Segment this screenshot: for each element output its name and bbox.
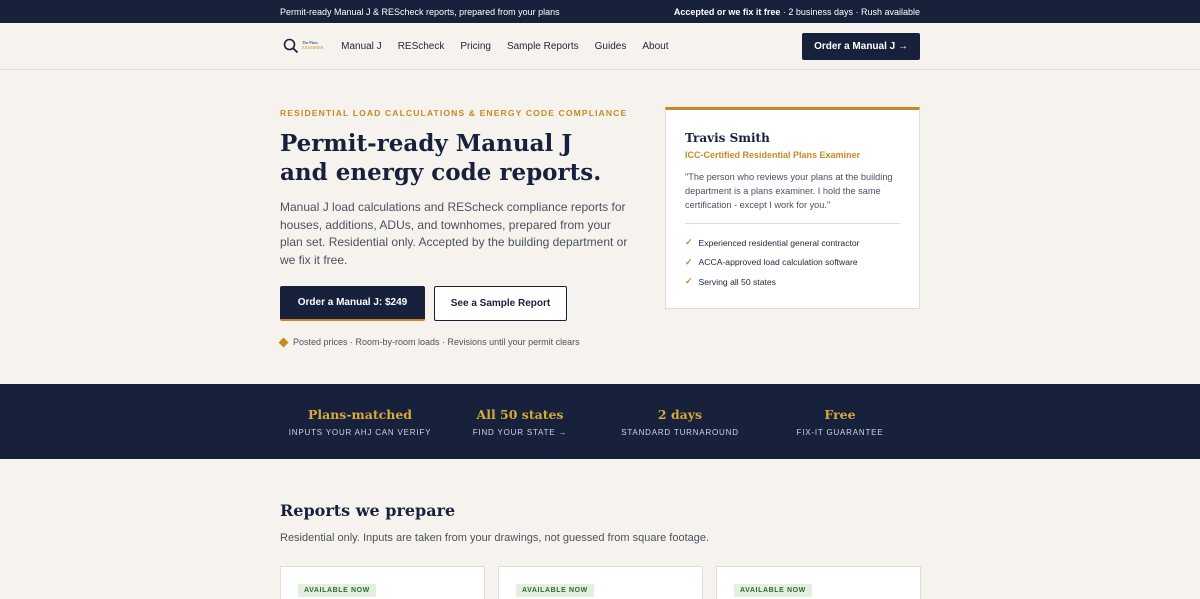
credential-text: ACCA-approved load calculation software	[698, 257, 858, 268]
hero-title: Permit-ready Manual J and energy code re…	[280, 130, 602, 186]
report-card[interactable]: AVAILABLE NOW	[280, 566, 485, 599]
stat-plans-matched: Plans-matched INPUTS YOUR AHJ CAN VERIFY	[280, 407, 440, 437]
hero-section: RESIDENTIAL LOAD CALCULATIONS & ENERGY C…	[0, 70, 1200, 384]
announcement-right: Accepted or we fix it free · 2 business …	[674, 7, 920, 17]
stat-guarantee: Free FIX-IT GUARANTEE	[760, 407, 920, 437]
stat-all-states[interactable]: All 50 states FIND YOUR STATE →	[440, 407, 600, 437]
credential-text: Experienced residential general contract…	[698, 237, 860, 248]
nav-item-manual-j[interactable]: Manual J	[341, 41, 382, 52]
hero-note: Posted prices · Room-by-room loads · Rev…	[278, 337, 640, 347]
reports-section: Reports we prepare Residential only. Inp…	[0, 459, 1200, 599]
hero-eyebrow: RESIDENTIAL LOAD CALCULATIONS & ENERGY C…	[280, 108, 628, 118]
announcement-bar: Permit-ready Manual J & REScheck reports…	[0, 0, 1200, 23]
stat-title: All 50 states	[476, 406, 564, 422]
reports-subtitle: Residential only. Inputs are taken from …	[280, 532, 710, 544]
logo[interactable]: The Plans EXAMINER	[283, 38, 323, 54]
check-icon: ✓	[685, 256, 693, 267]
see-sample-report-button[interactable]: See a Sample Report	[434, 286, 567, 321]
credential-item: ✓ ACCA-approved load calculation software	[685, 253, 900, 273]
check-icon: ✓	[685, 276, 693, 287]
report-card[interactable]: AVAILABLE NOW	[498, 566, 703, 599]
stat-title: Free	[824, 406, 856, 422]
nav-item-pricing[interactable]: Pricing	[460, 41, 491, 52]
credentials-list: ✓ Experienced residential general contrac…	[685, 233, 900, 292]
examiner-card: Travis Smith ICC-Certified Residential P…	[665, 107, 920, 309]
hero-subtitle: Manual J load calculations and REScheck …	[280, 200, 628, 267]
credential-text: Serving all 50 states	[698, 276, 776, 287]
nav-item-sample-reports[interactable]: Sample Reports	[507, 41, 579, 52]
availability-badge: AVAILABLE NOW	[516, 584, 594, 597]
nav-item-about[interactable]: About	[642, 41, 668, 52]
order-manual-j-button[interactable]: Order a Manual J: $249	[280, 286, 425, 321]
nav-item-rescheck[interactable]: REScheck	[398, 41, 445, 52]
find-your-state-link[interactable]: FIND YOUR STATE →	[440, 428, 600, 437]
reports-title: Reports we prepare	[280, 501, 456, 520]
logo-line2: EXAMINER	[302, 45, 324, 50]
stat-subtitle: STANDARD TURNAROUND	[621, 427, 739, 437]
stat-title: 2 days	[657, 406, 703, 422]
card-divider	[685, 223, 900, 224]
credential-item: ✓ Experienced residential general contrac…	[685, 233, 900, 253]
report-card[interactable]: AVAILABLE NOW	[716, 566, 921, 599]
magnifier-logo-icon	[283, 38, 299, 54]
hero-content: RESIDENTIAL LOAD CALCULATIONS & ENERGY C…	[278, 108, 640, 347]
stats-band: Plans-matched INPUTS YOUR AHJ CAN VERIFY…	[0, 384, 1200, 459]
hero-buttons: Order a Manual J: $249 See a Sample Repo…	[280, 286, 640, 321]
announcement-left: Permit-ready Manual J & REScheck reports…	[280, 6, 560, 17]
examiner-quote: "The person who reviews your plans at th…	[685, 172, 893, 210]
examiner-name: Travis Smith	[685, 131, 770, 145]
nav-item-guides[interactable]: Guides	[595, 41, 627, 52]
availability-badge: AVAILABLE NOW	[734, 584, 812, 597]
order-manual-j-nav-button[interactable]: Order a Manual J →	[802, 32, 920, 60]
turnaround-text: · 2 business days · Rush available	[780, 6, 920, 17]
nav-menu: Manual J REScheck Pricing Sample Reports…	[341, 41, 668, 52]
credential-item: ✓ Serving all 50 states	[685, 272, 900, 292]
hero-note-text: Posted prices · Room-by-room loads · Rev…	[293, 337, 580, 347]
check-icon: ✓	[685, 237, 693, 248]
stat-title: Plans-matched	[307, 406, 413, 422]
stat-turnaround: 2 days STANDARD TURNAROUND	[600, 407, 760, 437]
availability-badge: AVAILABLE NOW	[298, 584, 376, 597]
guarantee-text: Accepted or we fix it free	[673, 6, 781, 17]
main-nav: The Plans EXAMINER Manual J REScheck Pri…	[0, 23, 1200, 70]
stat-subtitle: FIX-IT GUARANTEE	[796, 427, 884, 437]
examiner-role: ICC-Certified Residential Plans Examiner	[685, 150, 861, 160]
diamond-icon	[278, 337, 289, 347]
stat-subtitle: INPUTS YOUR AHJ CAN VERIFY	[288, 427, 432, 437]
logo-text: The Plans EXAMINER	[302, 40, 324, 51]
